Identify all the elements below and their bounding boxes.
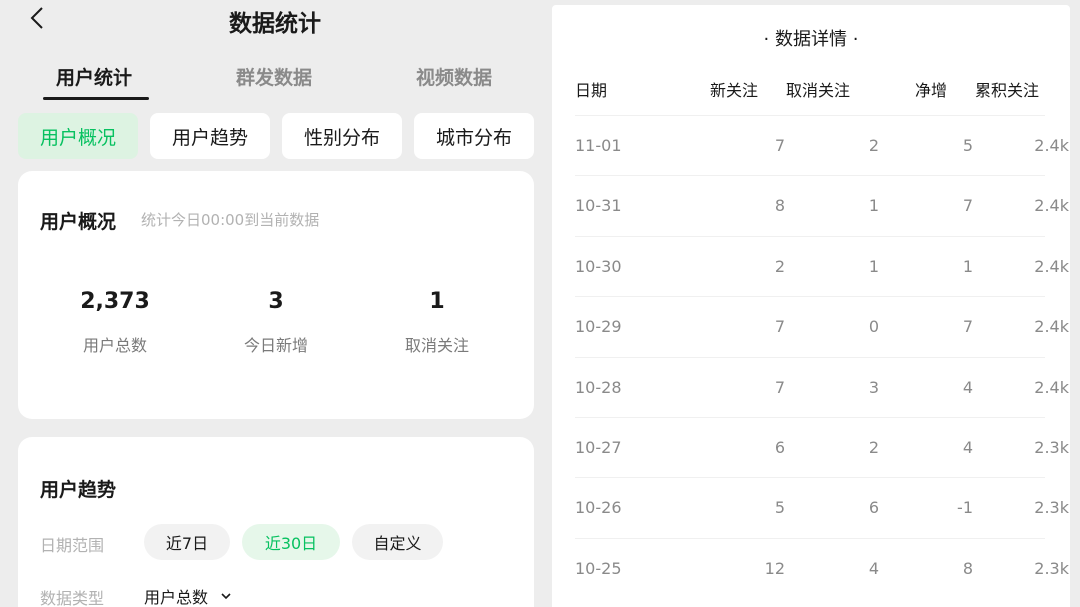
cell-net-growth: 4 <box>962 438 973 457</box>
cell-new-follow: 7 <box>774 136 785 155</box>
cell-new-follow: 2 <box>774 256 785 276</box>
overview-hint: 统计今日00:00到当前数据 <box>141 211 320 229</box>
cell-unfollow: 1 <box>868 196 879 216</box>
cell-unfollow: 2 <box>868 438 879 457</box>
cell-total-follow: 2.4k <box>1034 256 1069 276</box>
active-tab-indicator <box>43 97 149 100</box>
trend-card: 用户趋势 日期范围 近7日 近30日 自定义 数据类型 用户总数 <box>18 437 534 607</box>
cell-new-follow: 7 <box>774 377 785 397</box>
page-title: 数据统计 <box>229 11 321 37</box>
cell-total-follow: 2.3k <box>1034 498 1069 518</box>
stat-total-users: 2,373 用户总数 <box>35 289 195 356</box>
range-30-days-button[interactable]: 近30日 <box>242 524 340 560</box>
subtab-gender-distribution[interactable]: 性别分布 <box>282 113 402 159</box>
cell-new-follow: 12 <box>764 558 785 578</box>
left-panel: 数据统计 用户统计 群发数据 视频数据 用户概况 用户趋势 性别分布 城市分布 … <box>0 0 550 607</box>
cell-unfollow: 6 <box>868 498 879 518</box>
details-panel: · 数据详情 · 日期 新关注 取消关注 净增 累积关注 11-01 7 2 5 2.4… <box>552 5 1070 607</box>
table-row: 10-29 7 0 7 2.4k <box>575 296 1069 356</box>
tab-broadcast-data[interactable]: 群发数据 <box>236 63 312 90</box>
header-new-follow: 新关注 <box>710 81 759 100</box>
cell-new-follow: 7 <box>774 317 785 337</box>
table-row: 10-28 7 3 4 2.4k <box>575 356 1069 417</box>
cell-date: 10-29 <box>575 317 622 337</box>
data-type-value: 用户总数 <box>144 588 209 607</box>
data-type-select[interactable]: 用户总数 <box>144 584 232 607</box>
cell-new-follow: 8 <box>774 196 785 216</box>
cell-unfollow: 4 <box>868 558 879 578</box>
cell-total-follow: 2.3k <box>1034 438 1069 457</box>
cell-date: 10-31 <box>575 196 622 216</box>
cell-net-growth: 5 <box>962 136 973 155</box>
cell-unfollow: 2 <box>868 136 879 155</box>
table-row: 10-27 6 2 4 2.3k <box>575 417 1069 477</box>
range-custom-button[interactable]: 自定义 <box>352 524 443 560</box>
stat-value: 2,373 <box>80 289 150 314</box>
subtab-user-trend[interactable]: 用户趋势 <box>150 113 270 159</box>
subtab-city-distribution[interactable]: 城市分布 <box>414 113 534 159</box>
cell-date: 10-26 <box>575 498 622 518</box>
cell-unfollow: 1 <box>868 256 879 276</box>
cell-total-follow: 2.4k <box>1034 136 1069 155</box>
trend-title: 用户趋势 <box>40 479 117 501</box>
cell-new-follow: 6 <box>774 438 785 457</box>
subtab-user-overview[interactable]: 用户概况 <box>18 113 138 159</box>
cell-net-growth: 8 <box>962 558 973 578</box>
stat-value: 1 <box>429 289 445 314</box>
table-row: 11-01 7 2 5 2.4k <box>575 115 1069 175</box>
cell-net-growth: 7 <box>962 196 973 216</box>
range-7-days-button[interactable]: 近7日 <box>144 524 230 560</box>
cell-net-growth: -1 <box>957 498 973 518</box>
cell-total-follow: 2.4k <box>1034 377 1069 397</box>
table-row: 10-25 12 4 8 2.3k <box>575 537 1069 598</box>
header-date: 日期 <box>575 81 608 100</box>
cell-date: 10-27 <box>575 438 622 457</box>
tab-user-stats[interactable]: 用户统计 <box>56 63 132 90</box>
cell-net-growth: 7 <box>962 317 973 337</box>
cell-unfollow: 3 <box>868 377 879 397</box>
table-row: 10-30 2 1 1 2.4k <box>575 235 1069 296</box>
table-row: 10-26 5 6 -1 2.3k <box>575 477 1069 537</box>
data-type-label: 数据类型 <box>40 589 105 607</box>
cell-net-growth: 4 <box>962 377 973 397</box>
cell-date: 10-25 <box>575 558 622 578</box>
overview-card: 用户概况 统计今日00:00到当前数据 2,373 用户总数 3 今日新增 1 … <box>18 171 534 419</box>
details-title: · 数据详情 · <box>763 29 859 50</box>
cell-date: 11-01 <box>575 136 622 155</box>
chevron-down-icon <box>221 593 231 600</box>
cell-total-follow: 2.4k <box>1034 196 1069 216</box>
tab-video-data[interactable]: 视频数据 <box>416 63 492 90</box>
overview-title: 用户概况 <box>40 211 117 233</box>
stat-label: 今日新增 <box>243 336 308 355</box>
cell-new-follow: 5 <box>774 498 785 518</box>
header-total-follow: 累积关注 <box>975 81 1040 100</box>
stat-new-today: 3 今日新增 <box>196 289 356 356</box>
cell-total-follow: 2.4k <box>1034 317 1069 337</box>
stat-label: 取消关注 <box>404 336 469 355</box>
header-unfollow: 取消关注 <box>786 81 851 100</box>
date-range-label: 日期范围 <box>40 536 105 555</box>
stat-label: 用户总数 <box>82 336 147 355</box>
table-row: 10-31 8 1 7 2.4k <box>575 175 1069 235</box>
cell-date: 10-30 <box>575 256 622 276</box>
header-net-growth: 净增 <box>915 81 948 100</box>
stat-unfollow: 1 取消关注 <box>357 289 517 356</box>
cell-unfollow: 0 <box>868 317 879 337</box>
cell-total-follow: 2.3k <box>1034 558 1069 578</box>
cell-date: 10-28 <box>575 377 622 397</box>
stat-value: 3 <box>268 289 284 314</box>
cell-net-growth: 1 <box>962 256 973 276</box>
